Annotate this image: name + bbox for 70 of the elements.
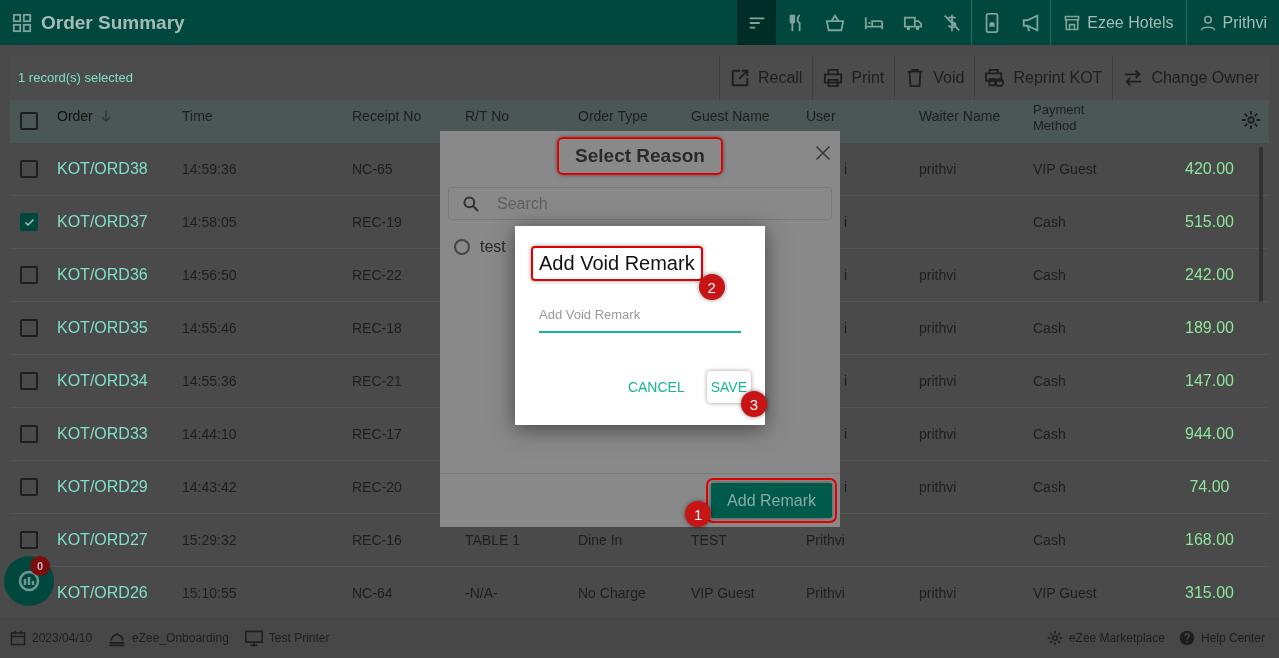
count-badge: 0	[30, 556, 50, 576]
reason-option[interactable]: test	[454, 238, 506, 256]
step-marker: 2	[698, 274, 725, 300]
amount-cell: 944.00	[1185, 425, 1234, 443]
amount-cell: 315.00	[1185, 584, 1234, 602]
swap-arrows-icon	[1123, 67, 1144, 88]
column-header[interactable]: Order	[57, 108, 93, 124]
column-header[interactable]: Payment Method	[1033, 102, 1103, 134]
person-icon	[1198, 13, 1217, 32]
column-header[interactable]: Guest Name	[691, 108, 770, 124]
column-header[interactable]: Waiter Name	[919, 108, 1001, 124]
select-all-checkbox[interactable]	[20, 112, 38, 130]
order-link[interactable]: KOT/ORD38	[57, 160, 148, 177]
settings-icon	[1046, 629, 1063, 646]
order-link[interactable]: KOT/ORD29	[57, 478, 148, 495]
quick-action-button[interactable]	[4, 556, 54, 606]
check-icon	[23, 216, 35, 228]
cancel-button[interactable]: CANCEL	[623, 371, 689, 403]
order-link[interactable]: KOT/ORD37	[57, 213, 148, 230]
external-link-icon	[729, 67, 750, 88]
row-checkbox[interactable]	[20, 372, 38, 390]
hotel-button[interactable]: Ezee Hotels	[1051, 0, 1186, 45]
order-link[interactable]: KOT/ORD34	[57, 372, 148, 389]
selection-count: 1 record(s) selected	[17, 70, 134, 85]
row-checkbox[interactable]	[20, 478, 38, 496]
dialog-title: Add Void Remark	[531, 246, 703, 281]
store-icon	[1063, 13, 1082, 32]
amount-cell: 147.00	[1185, 372, 1234, 390]
column-header[interactable]: Time	[182, 108, 213, 124]
user-button[interactable]: Prithvi	[1186, 0, 1279, 45]
megaphone-icon	[1020, 12, 1041, 33]
basket-icon	[824, 12, 845, 33]
row-checkbox[interactable]	[20, 213, 38, 231]
settings-icon	[1241, 110, 1261, 130]
sort-button[interactable]	[737, 0, 777, 45]
printer-clock-icon	[985, 67, 1006, 88]
amount-cell: 168.00	[1185, 531, 1234, 549]
order-link[interactable]: KOT/ORD35	[57, 319, 148, 336]
amount-cell: 515.00	[1185, 213, 1234, 231]
row-checkbox[interactable]	[20, 425, 38, 443]
order-link[interactable]: KOT/ORD27	[57, 531, 148, 548]
order-link[interactable]: KOT/ORD26	[57, 584, 148, 601]
row-checkbox[interactable]	[20, 266, 38, 284]
column-header[interactable]: Order Type	[578, 108, 648, 124]
grid-icon	[11, 12, 32, 33]
column-header[interactable]: Receipt No	[352, 108, 422, 124]
help-icon	[1178, 629, 1195, 646]
amount-cell: 242.00	[1185, 266, 1234, 284]
row-checkbox[interactable]	[20, 160, 38, 178]
crossed-dollar-icon	[941, 12, 962, 33]
step-marker: 1	[685, 501, 712, 527]
close-button[interactable]	[814, 144, 832, 162]
amount-cell: 189.00	[1185, 319, 1234, 337]
step-marker: 3	[741, 391, 767, 417]
column-header[interactable]: User	[806, 108, 836, 124]
row-checkbox[interactable]	[20, 531, 38, 549]
printer-icon	[823, 67, 844, 88]
row-checkbox[interactable]	[20, 319, 38, 337]
calendar-icon	[10, 629, 26, 646]
amount-cell: 74.00	[1189, 478, 1230, 496]
close-icon	[814, 144, 832, 162]
dialog-title: Select Reason	[557, 137, 723, 175]
order-link[interactable]: KOT/ORD36	[57, 266, 148, 283]
order-link[interactable]: KOT/ORD33	[57, 425, 148, 442]
column-header[interactable]: R/T No	[465, 108, 510, 124]
amount-cell: 420.00	[1185, 160, 1234, 178]
radio-button[interactable]	[454, 239, 470, 255]
page-title: Order Summary	[41, 11, 186, 34]
monitor-icon	[244, 628, 263, 647]
search-icon	[462, 195, 480, 213]
